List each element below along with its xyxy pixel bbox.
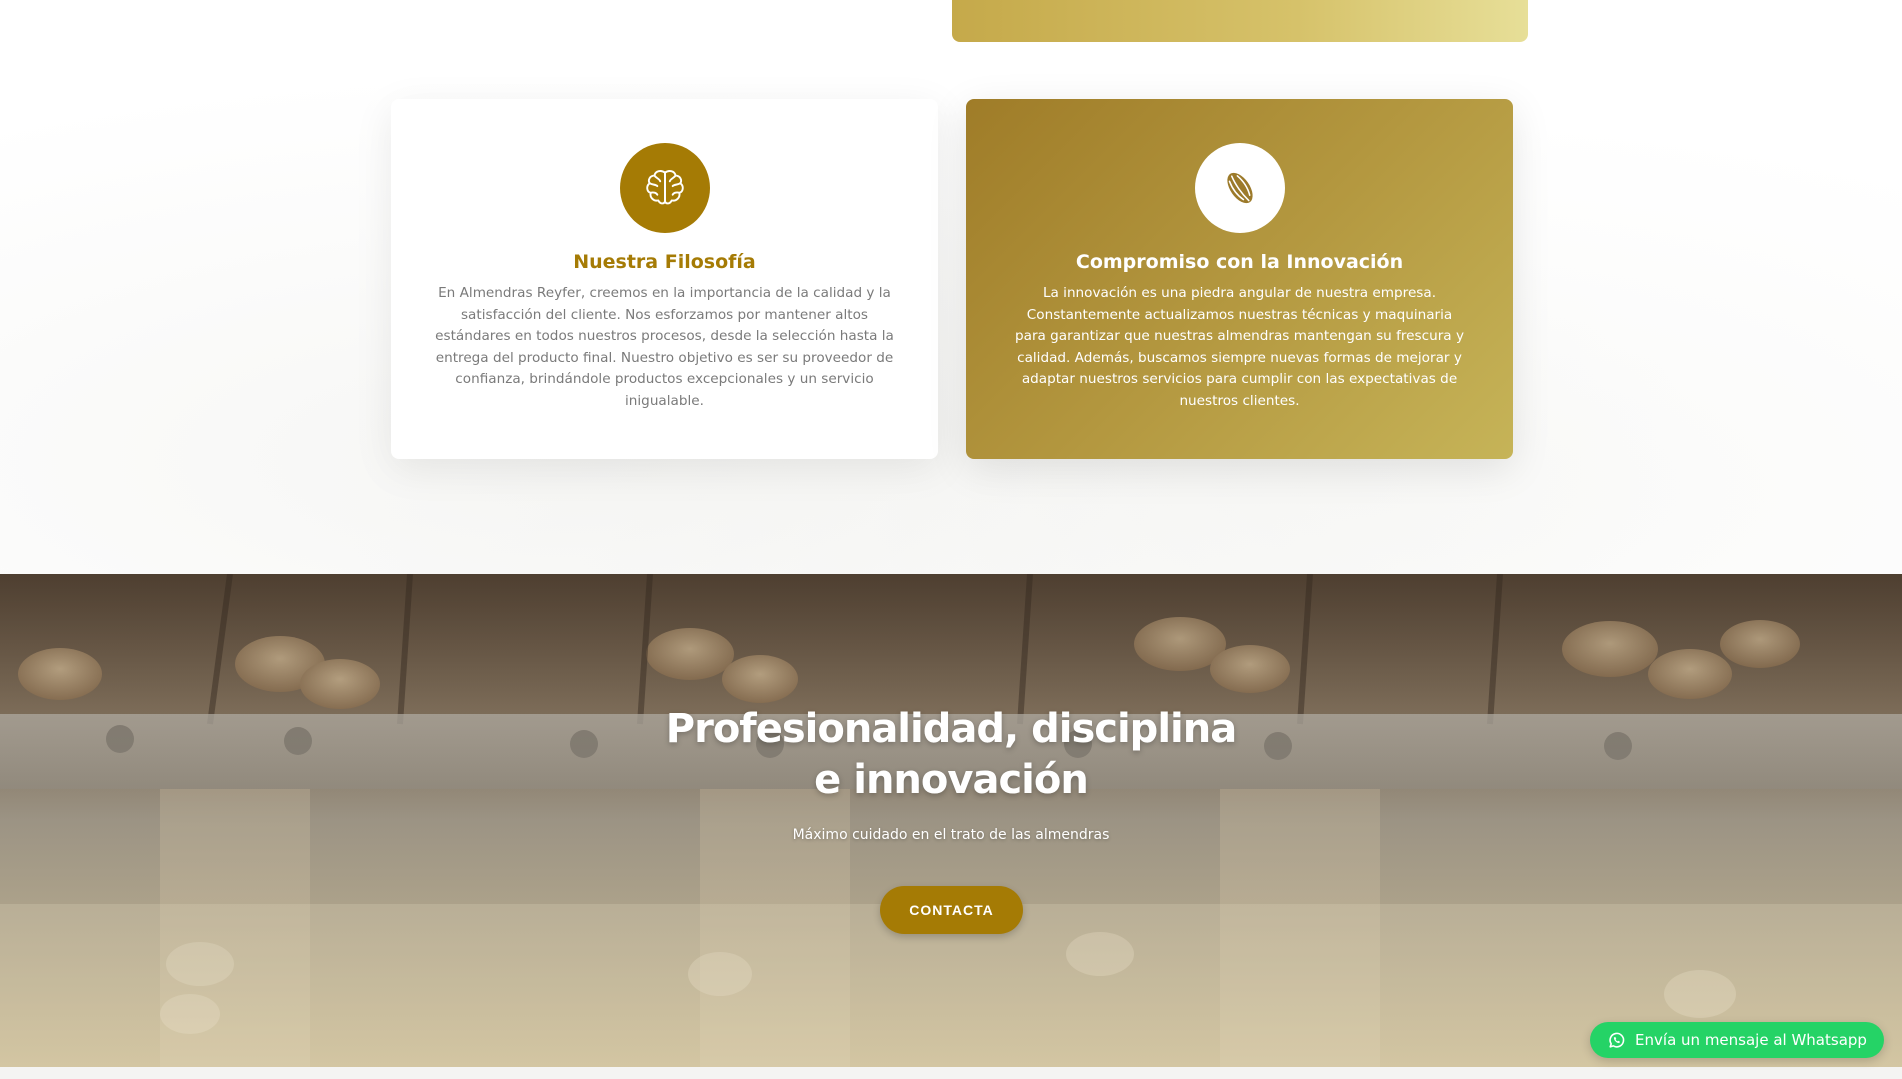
hero-title: Profesionalidad, disciplina e innovación <box>665 706 1237 803</box>
hero-subtitle: Máximo cuidado en el trato de las almend… <box>792 827 1110 843</box>
hero-overlay <box>0 574 1902 1067</box>
innovation-icon-circle <box>1194 143 1285 233</box>
innovation-text: La innovación es una piedra angular de n… <box>1014 285 1465 409</box>
philosophy-text: En Almendras Reyfer, creemos en la impor… <box>435 285 894 409</box>
innovation-title: Compromiso con la Innovación <box>1075 251 1404 273</box>
almond-icon <box>1226 172 1253 204</box>
whatsapp-label: Envía un mensaje al Whatsapp <box>1635 1031 1867 1049</box>
page-bottom-strip <box>0 1067 1902 1079</box>
philosophy-card: Nuestra Filosofía En Almendras Reyfer, c… <box>391 99 938 459</box>
features-section: Nuestra Filosofía En Almendras Reyfer, c… <box>0 0 1902 574</box>
hero-section: Profesionalidad, disciplina e innovación… <box>0 574 1902 1067</box>
innovation-card: Compromiso con la Innovación La innovaci… <box>966 99 1513 459</box>
decorative-gold-strip <box>952 0 1528 42</box>
philosophy-icon-circle <box>619 143 710 233</box>
brain-icon <box>645 170 684 205</box>
whatsapp-icon <box>1609 1032 1625 1048</box>
contact-button[interactable]: CONTACTA <box>880 886 1023 934</box>
whatsapp-button[interactable]: Envía un mensaje al Whatsapp <box>1590 1022 1884 1058</box>
philosophy-title: Nuestra Filosofía <box>573 251 756 273</box>
